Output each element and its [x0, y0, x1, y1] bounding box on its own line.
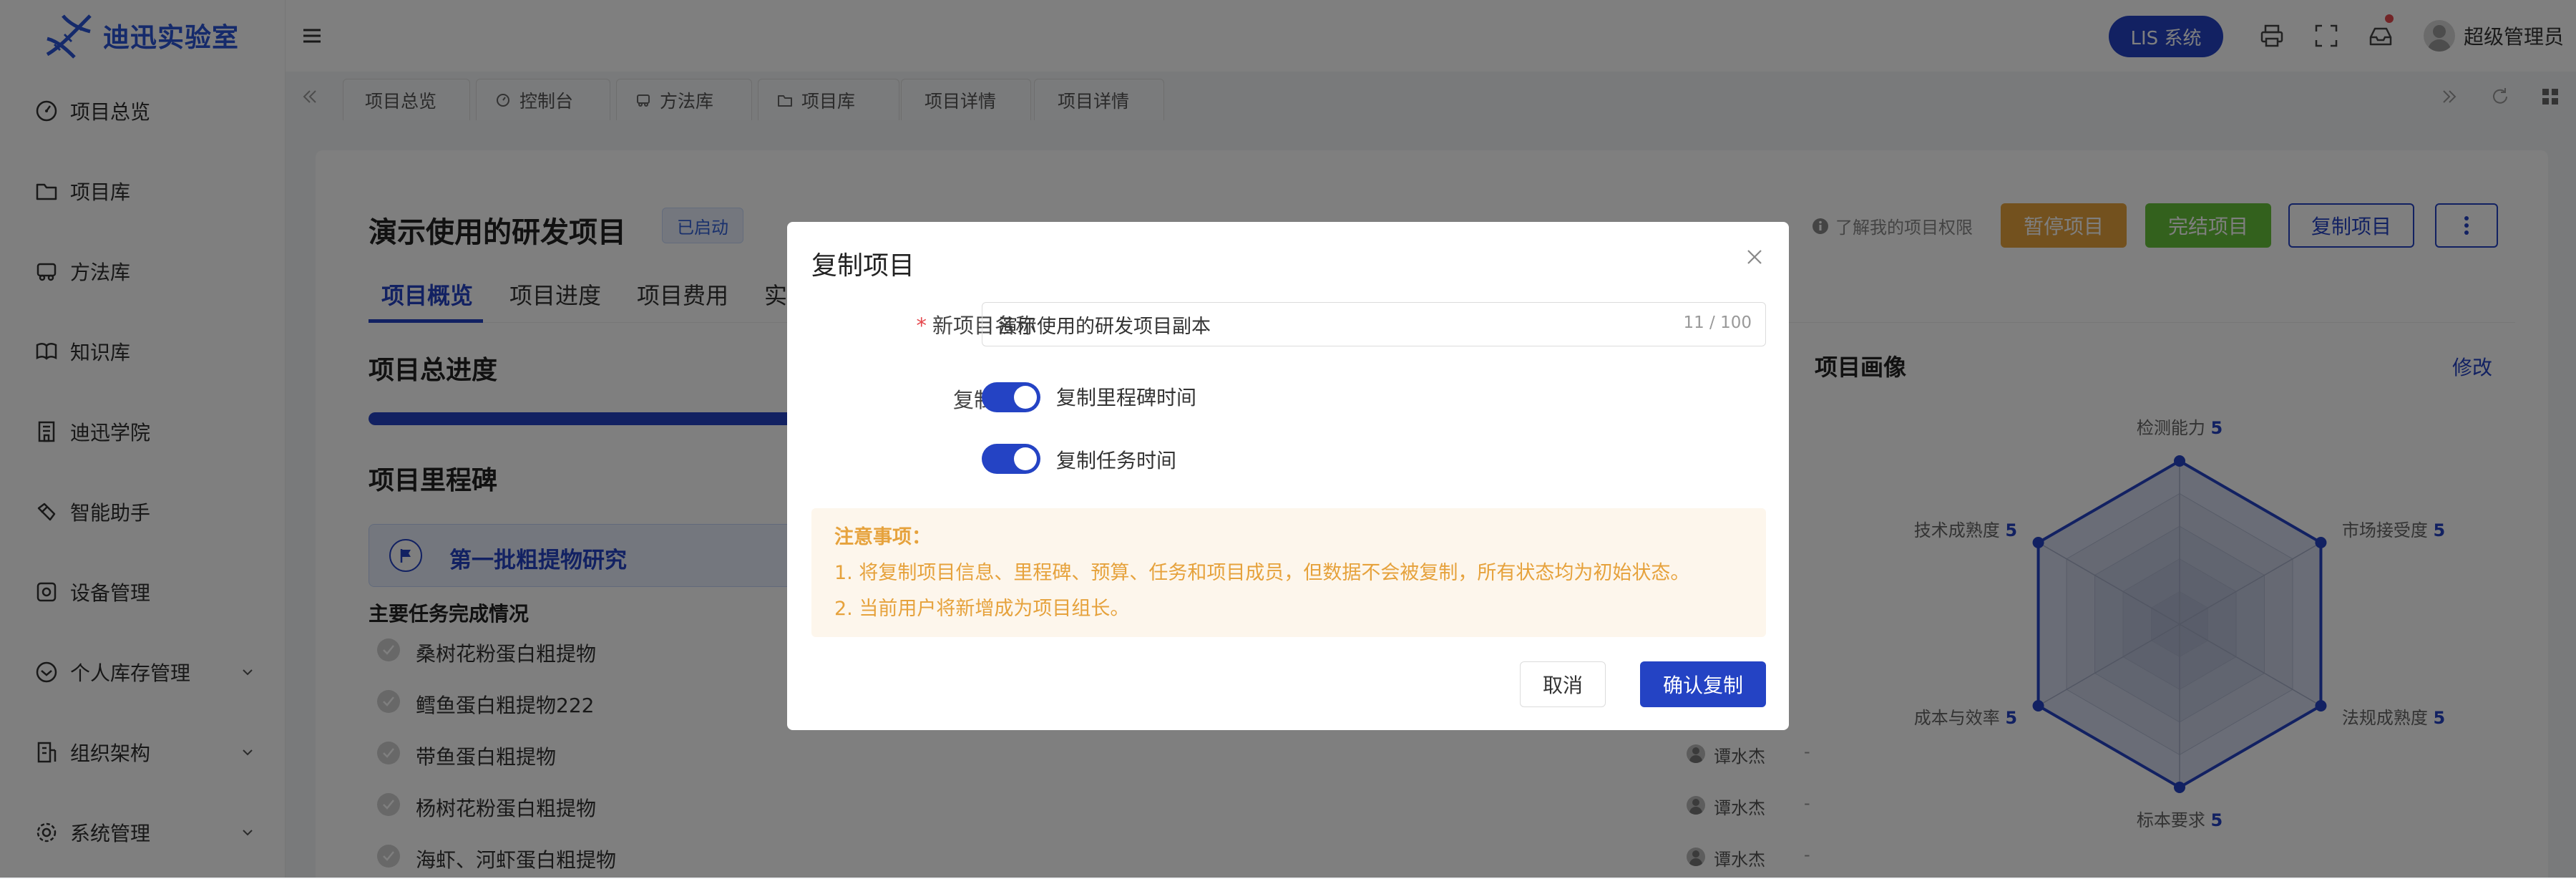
new-project-name-input[interactable]: 演示使用的研发项目副本 [982, 302, 1766, 346]
dialog-title: 复制项目 [811, 251, 915, 281]
notice-line: 2. 当前用户将新增成为项目组长。 [834, 598, 1130, 620]
char-counter: 11 / 100 [1683, 314, 1752, 332]
toggle-knob [1014, 447, 1037, 470]
confirm-copy-button[interactable]: 确认复制 [1640, 661, 1766, 707]
copy-project-dialog: 复制项目 *新项目名称 演示使用的研发项目副本 11 / 100 复制选项 复制… [787, 222, 1789, 730]
required-mark: * [916, 314, 927, 338]
name-input-value: 演示使用的研发项目副本 [998, 315, 1211, 338]
copy-milestone-time-toggle[interactable] [982, 382, 1040, 412]
copy-task-time-toggle[interactable] [982, 444, 1040, 474]
cancel-button[interactable]: 取消 [1520, 661, 1606, 707]
toggle-knob [1014, 386, 1037, 409]
notice-box: 注意事项： 1. 将复制项目信息、里程碑、预算、任务和项目成员，但数据不会被复制… [811, 508, 1766, 637]
notice-line: 1. 将复制项目信息、里程碑、预算、任务和项目成员，但数据不会被复制，所有状态均… [834, 562, 1690, 584]
close-icon[interactable] [1744, 246, 1765, 268]
copy-milestone-time-label: 复制里程碑时间 [1056, 386, 1197, 409]
copy-task-time-label: 复制任务时间 [1056, 449, 1177, 472]
notice-title: 注意事项： [834, 526, 931, 548]
